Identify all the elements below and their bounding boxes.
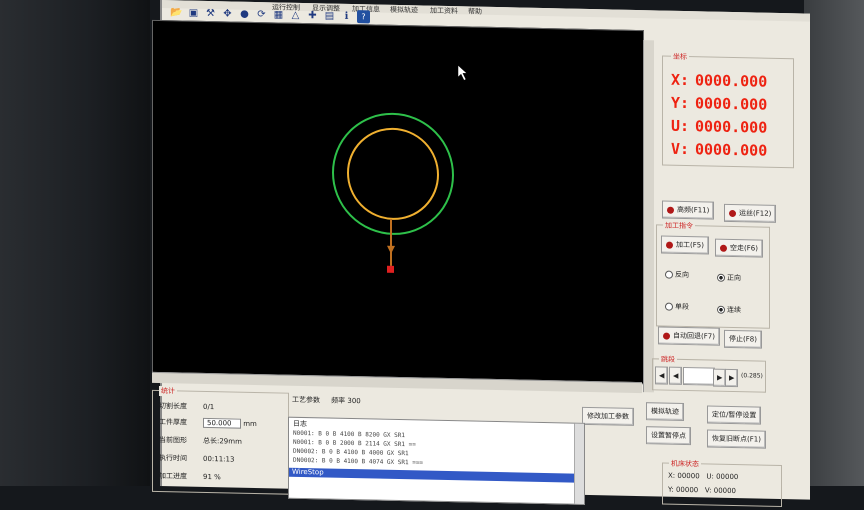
zoom-icon[interactable]: ▤: [323, 9, 336, 22]
stat-thickness: 工件厚度 50.000 mm: [159, 417, 257, 429]
layers-icon[interactable]: △: [289, 8, 302, 21]
jump-group: 跳段 ◀ ◀ ▶ ▶ (0.285): [652, 354, 766, 393]
wrench-icon[interactable]: ⚒: [204, 6, 217, 19]
crosshair-icon[interactable]: ✚: [306, 9, 319, 22]
radio-reverse[interactable]: 反向: [665, 270, 689, 281]
canvas-vertical-scrollbar[interactable]: [643, 40, 654, 393]
monitor-bezel-right: [804, 0, 864, 486]
monitor-bezel-left: [0, 0, 150, 486]
locate-pause-button[interactable]: 定位/暂停设置: [707, 405, 762, 425]
radio-forward[interactable]: 正向: [717, 273, 741, 284]
log-line: DN0002: B 0 B 4100 B 4074 GX SR1 ===: [293, 456, 424, 467]
rotate-icon[interactable]: ⟳: [255, 7, 268, 20]
save-icon[interactable]: ▣: [187, 6, 200, 19]
inner-ring: [347, 127, 439, 220]
speed-value: 300: [347, 396, 361, 406]
jump-caption: 跳段: [659, 354, 677, 365]
pan-icon[interactable]: ✥: [221, 7, 234, 20]
indicator-icon: [667, 206, 674, 214]
jump-prev2-button[interactable]: ◀: [669, 366, 683, 385]
stat-run-time: 执行时间 00:11:13: [159, 453, 235, 464]
reverse-return-button[interactable]: 自动回退(F7): [658, 326, 720, 346]
mouse-pointer: [457, 64, 468, 81]
params-label: 工艺参数: [292, 395, 320, 405]
stat-current-shape: 当前图形 总长:29mm: [159, 435, 242, 446]
grid-icon[interactable]: ▦: [272, 8, 285, 21]
indicator-icon: [666, 241, 673, 249]
indicator-icon: [663, 332, 670, 340]
process-command-group: 加工指令 加工(F5) 空走(F6) 反向 正向 单段 连续: [656, 220, 770, 329]
marker-icon[interactable]: ●: [238, 7, 251, 20]
machine-row-xu: X: 00000 U: 00000: [668, 471, 739, 482]
machine-status-panel: 机床状态 X: 00000 U: 00000 Y: 00000 V: 00000: [662, 458, 782, 508]
info-icon[interactable]: ℹ: [340, 9, 353, 22]
direction-arrow: [387, 245, 395, 254]
log-line: N0001: B 0 B 4100 B 8200 GX SR1: [293, 429, 405, 440]
radio-single-step[interactable]: 单段: [665, 302, 689, 313]
wire-edm-window: 运行控制 显示调整 加工信息 模拟轨迹 加工资料 帮助 📂 ▣ ⚒ ✥ ● ⟳ …: [152, 0, 810, 508]
log-panel[interactable]: 日志 N0001: B 0 B 4100 B 8200 GX SR1 N0001…: [288, 416, 585, 505]
help-icon[interactable]: ?: [357, 9, 370, 23]
jump-prev-button[interactable]: ◀: [655, 366, 669, 385]
log-title: 日志: [293, 419, 307, 429]
outer-ring: [332, 112, 454, 235]
toolpath-canvas[interactable]: [152, 19, 644, 385]
thickness-field[interactable]: 50.000: [203, 417, 241, 429]
modify-params-button[interactable]: 修改加工参数: [582, 406, 634, 426]
stats-caption: 统计: [159, 385, 177, 397]
process-params-line: 工艺参数 频率 300: [292, 395, 361, 406]
start-point-marker: [387, 265, 394, 273]
machine-caption: 机床状态: [669, 458, 701, 470]
process-group-caption: 加工指令: [663, 220, 695, 232]
coordinate-caption: 坐标: [671, 51, 689, 63]
radio-continuous[interactable]: 连续: [717, 305, 741, 316]
dry-run-button[interactable]: 空走(F6): [715, 238, 763, 258]
log-scrollbar[interactable]: [574, 423, 584, 504]
machine-row-yv: Y: 00000 V: 00000: [668, 485, 737, 496]
stat-progress: 加工进度 91 %: [159, 471, 221, 482]
coordinate-display: 坐标 X: 0000.000 Y: 0000.000 U: 0000.000 V: 00…: [662, 51, 794, 169]
stat-cut-length: 切割长度 0/1: [159, 401, 215, 412]
highfreq-button[interactable]: 高频(F11): [662, 200, 715, 220]
coord-u: U: 0000.000: [671, 116, 768, 137]
process-button[interactable]: 加工(F5): [661, 235, 709, 255]
coord-v: V: 0000.000: [671, 139, 768, 160]
log-selected-row[interactable]: WireStop: [289, 467, 574, 483]
coord-y: Y: 0000.000: [671, 93, 768, 114]
statistics-panel: 统计 切割长度 0/1 工件厚度 50.000 mm 当前图形 总长:29mm 执行时…: [152, 385, 289, 495]
sim-track-button[interactable]: 模拟轨迹: [646, 402, 684, 421]
toolpath-drawing: [332, 64, 468, 273]
stop-button[interactable]: 停止(F8): [724, 329, 762, 349]
jump-next2-button[interactable]: ▶: [725, 368, 739, 388]
speed-label: 频率: [331, 396, 346, 405]
coord-x: X: 0000.000: [671, 70, 768, 91]
log-line: DN0002: B 0 B 4100 B 4000 GX SR1: [293, 447, 409, 458]
open-folder-icon[interactable]: 📂: [170, 6, 183, 19]
pump-button[interactable]: 运丝(F12): [724, 203, 777, 223]
jump-value-label: (0.285): [741, 372, 763, 380]
set-pause-point-button[interactable]: 设置暂停点: [646, 426, 691, 446]
log-line: N0001: B 0 B 2000 B 2114 GX SR1 ==: [293, 438, 416, 449]
jump-input[interactable]: [683, 366, 715, 386]
indicator-icon: [720, 244, 727, 252]
restore-breakpoint-button[interactable]: 恢复旧断点(F1): [707, 429, 766, 449]
indicator-icon: [729, 209, 736, 217]
